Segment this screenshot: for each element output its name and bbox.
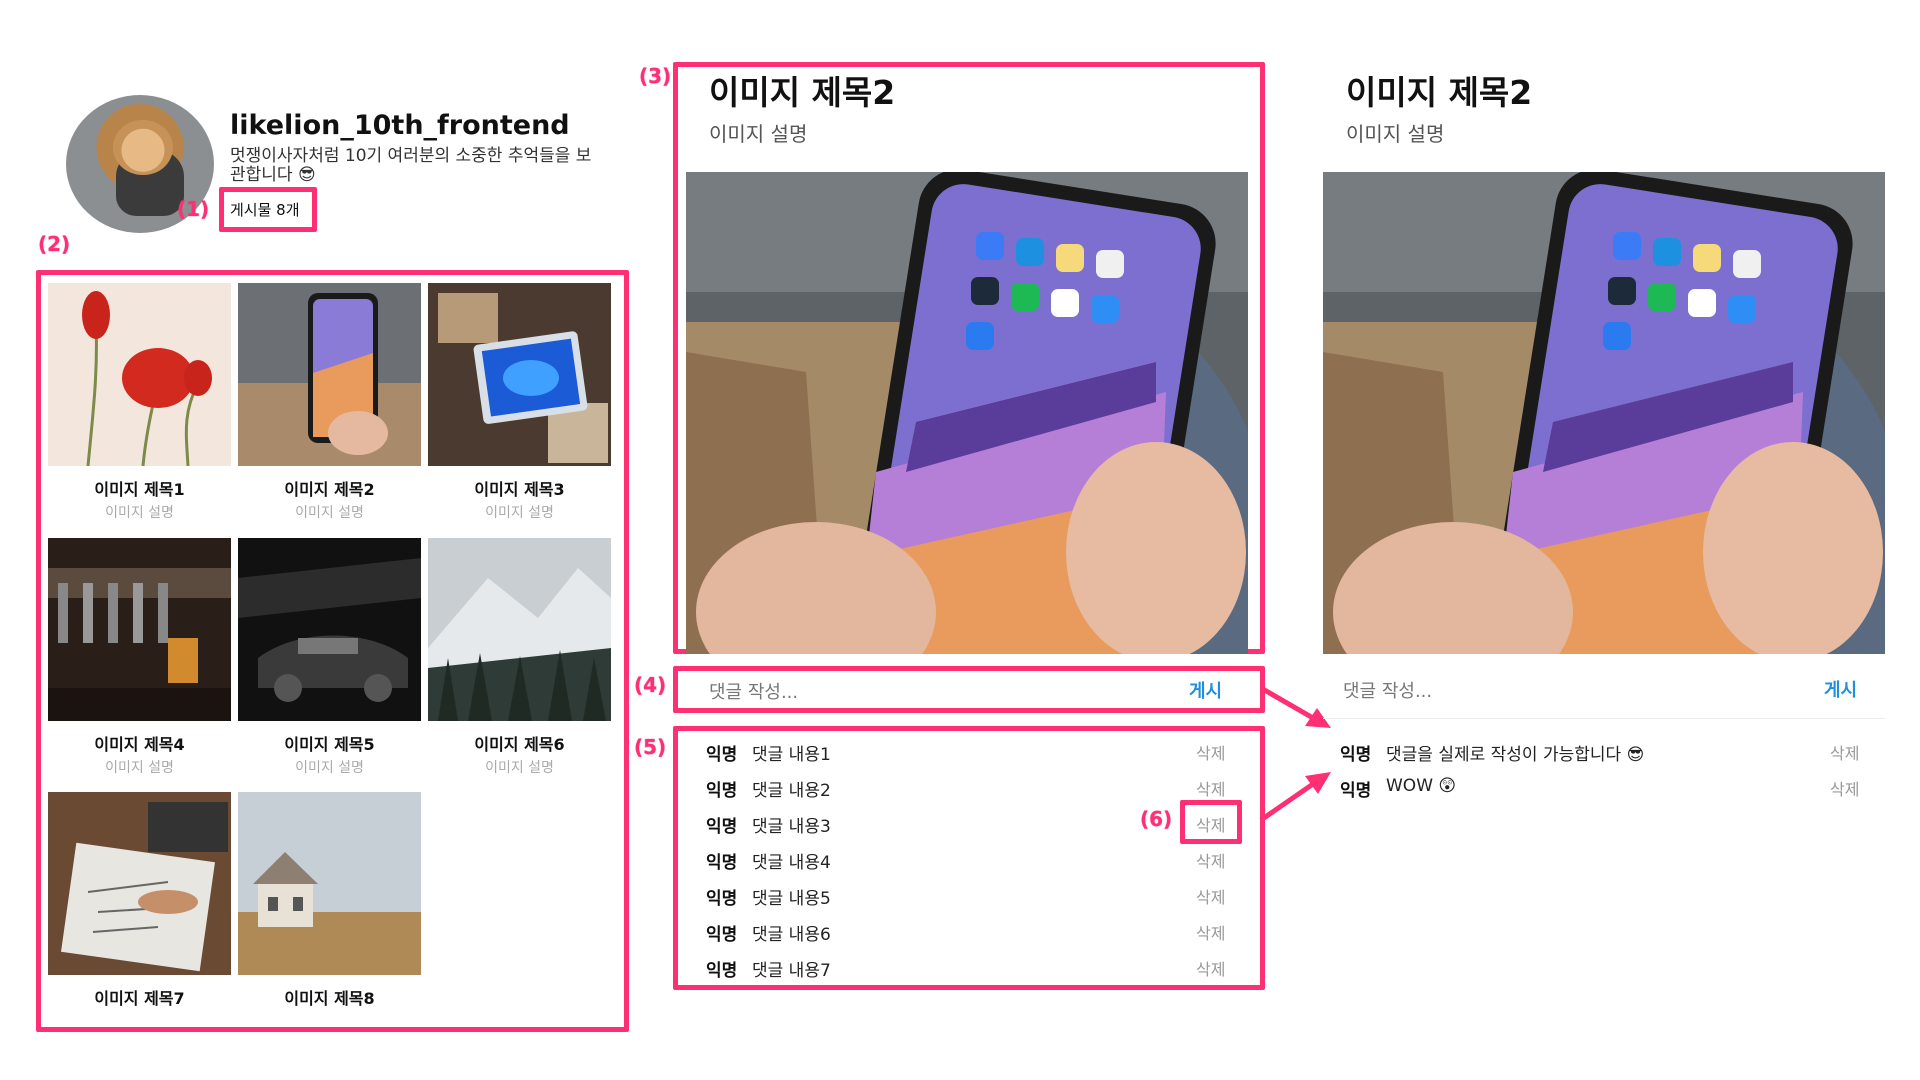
snowy-mountain-image — [428, 538, 611, 721]
marker-4: (4) — [634, 673, 667, 697]
profile-username: likelion_10th_frontend — [230, 110, 570, 141]
gallery-item-desc: 이미지 설명 — [485, 760, 554, 776]
comment-row: 익명 댓글 내용2 삭제 — [706, 776, 1226, 806]
gallery-item-desc: 이미지 설명 — [295, 505, 364, 521]
gallery-item-title: 이미지 제목1 — [94, 480, 185, 499]
comment-text: 댓글 내용4 — [752, 853, 831, 873]
arrow-head-lower — [1305, 772, 1331, 794]
gallery-item-desc: 이미지 설명 — [485, 505, 554, 521]
detail-title-result: 이미지 제목2 — [1346, 73, 1533, 112]
gallery-item-desc: 이미지 설명 — [295, 760, 364, 776]
detail-desc: 이미지 설명 — [709, 122, 808, 146]
gallery-item-title: 이미지 제목8 — [284, 989, 375, 1008]
gallery-item-5[interactable]: 이미지 제목5 이미지 설명 — [238, 538, 421, 777]
tablet-image — [428, 283, 611, 466]
comment-row: 익명 댓글 내용3 삭제 — [706, 812, 1226, 842]
delete-button[interactable]: 삭제 — [1196, 776, 1225, 800]
post-button[interactable]: 게시 — [1189, 677, 1222, 703]
delete-button[interactable]: 삭제 — [1196, 956, 1225, 980]
comment-row: 익명 댓글 내용4 삭제 — [706, 848, 1226, 878]
highlight-box-1 — [219, 187, 317, 232]
delete-button[interactable]: 삭제 — [1830, 776, 1859, 800]
comment-text: 댓글을 실제로 작성이 가능합니다 😎 — [1386, 745, 1645, 765]
gallery-item-7[interactable]: 이미지 제목7 — [48, 792, 231, 1009]
tulip-image — [48, 283, 231, 466]
comment-author: 익명 — [706, 961, 738, 981]
marker-5: (5) — [634, 735, 667, 759]
delete-button[interactable]: 삭제 — [1196, 740, 1225, 764]
comment-text: 댓글 내용6 — [752, 925, 831, 945]
comment-author: 익명 — [1340, 745, 1372, 765]
gallery-item-1[interactable]: 이미지 제목1 이미지 설명 — [48, 283, 231, 522]
gallery-item-3[interactable]: 이미지 제목3 이미지 설명 — [428, 283, 611, 522]
comment-text: 댓글 내용3 — [752, 817, 831, 837]
beer-taps-image — [48, 538, 231, 721]
car-image — [238, 538, 421, 721]
gallery-item-title: 이미지 제목3 — [474, 480, 565, 499]
marker-2: (2) — [38, 232, 71, 256]
comment-author: 익명 — [706, 889, 738, 909]
comment-row-result: 익명 댓글을 실제로 작성이 가능합니다 😎 삭제 — [1340, 740, 1860, 770]
comment-text: 댓글 내용7 — [752, 961, 831, 981]
comment-row-result: 익명 WOW 😲 삭제 — [1340, 776, 1860, 806]
comment-text: 댓글 내용2 — [752, 781, 831, 801]
gallery-item-title: 이미지 제목2 — [284, 480, 375, 499]
gallery-item-desc: 이미지 설명 — [105, 760, 174, 776]
phone-image — [238, 283, 421, 466]
marker-3: (3) — [639, 64, 672, 88]
gallery-item-title: 이미지 제목7 — [94, 989, 185, 1008]
comment-author: 익명 — [706, 745, 738, 765]
comment-author: 익명 — [706, 853, 738, 873]
gallery-item-title: 이미지 제목6 — [474, 735, 565, 754]
comment-row: 익명 댓글 내용5 삭제 — [706, 884, 1226, 914]
gallery-item-4[interactable]: 이미지 제목4 이미지 설명 — [48, 538, 231, 777]
comment-author: 익명 — [1340, 781, 1372, 801]
comment-row: 익명 댓글 내용1 삭제 — [706, 740, 1226, 770]
phone-in-hands-image — [686, 172, 1248, 654]
comment-text: WOW 😲 — [1386, 776, 1457, 796]
profile-bio: 멋쟁이사자처럼 10기 여러분의 소중한 추억들을 보관합니다 😎 — [230, 146, 592, 185]
delete-button[interactable]: 삭제 — [1830, 740, 1859, 764]
comment-author: 익명 — [706, 781, 738, 801]
detail-title: 이미지 제목2 — [709, 73, 896, 112]
gallery-item-title: 이미지 제목4 — [94, 735, 185, 754]
comment-divider — [1323, 718, 1885, 719]
comment-row: 익명 댓글 내용6 삭제 — [706, 920, 1226, 950]
comment-input[interactable]: 댓글 작성... — [709, 678, 798, 704]
delete-button[interactable]: 삭제 — [1196, 812, 1225, 836]
gallery-item-desc: 이미지 설명 — [105, 505, 174, 521]
detail-desc-result: 이미지 설명 — [1346, 122, 1445, 146]
gallery-item-title: 이미지 제목5 — [284, 735, 375, 754]
detail-image-result — [1323, 172, 1885, 654]
comment-author: 익명 — [706, 817, 738, 837]
marker-1: (1) — [177, 197, 210, 221]
gallery-item-6[interactable]: 이미지 제목6 이미지 설명 — [428, 538, 611, 777]
sketch-desk-image — [48, 792, 231, 975]
comment-author: 익명 — [706, 925, 738, 945]
comment-text: 댓글 내용1 — [752, 745, 831, 765]
house-image — [238, 792, 421, 975]
gallery-item-8[interactable]: 이미지 제목8 — [238, 792, 421, 1009]
avatar-cub-face — [113, 119, 173, 176]
delete-button[interactable]: 삭제 — [1196, 920, 1225, 944]
delete-button[interactable]: 삭제 — [1196, 848, 1225, 872]
comment-text: 댓글 내용5 — [752, 889, 831, 909]
arrow-line-lower — [1259, 781, 1315, 823]
phone-in-hands-image — [1323, 172, 1885, 654]
comment-input-result[interactable]: 댓글 작성... — [1343, 677, 1432, 703]
arrow-graphics — [1259, 685, 1331, 823]
detail-image — [686, 172, 1248, 654]
post-button-result[interactable]: 게시 — [1824, 676, 1857, 702]
comment-row: 익명 댓글 내용7 삭제 — [706, 956, 1226, 986]
arrow-line-upper — [1259, 685, 1315, 721]
gallery-item-2[interactable]: 이미지 제목2 이미지 설명 — [238, 283, 421, 522]
delete-button[interactable]: 삭제 — [1196, 884, 1225, 908]
